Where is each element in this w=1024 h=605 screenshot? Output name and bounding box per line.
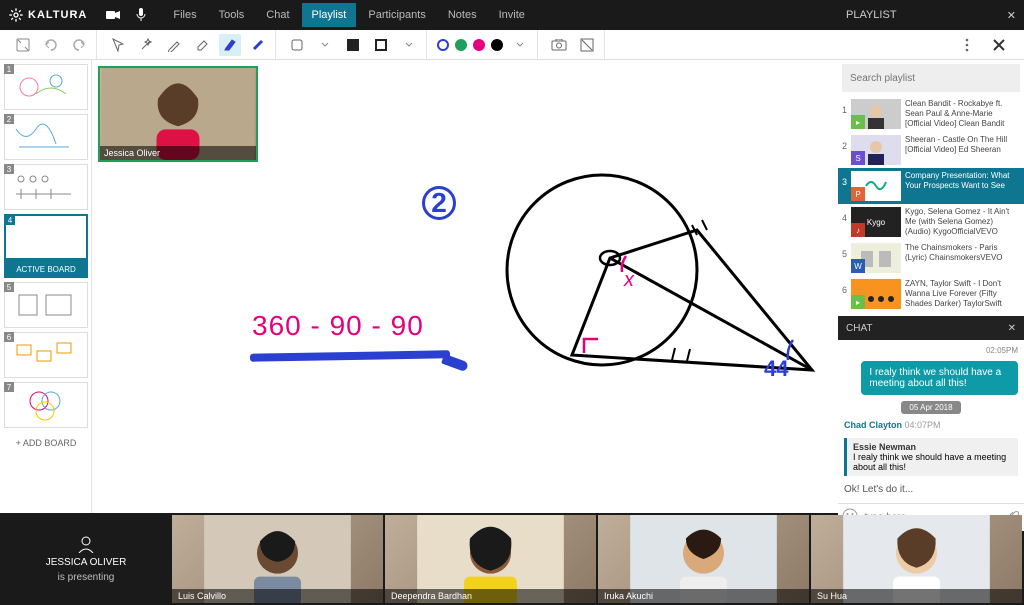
color-green[interactable] [455, 39, 467, 51]
logo: KALTURA [8, 7, 87, 23]
whiteboard-underline [250, 350, 450, 361]
playlist-header: PLAYLIST ✕ [838, 0, 1024, 30]
toolbar-close-icon[interactable] [988, 34, 1010, 56]
playlist-item[interactable]: 1▸Clean Bandit - Rockabye ft. Sean Paul … [838, 96, 1024, 132]
presenting-card: JESSICA OLIVER is presenting [2, 515, 170, 603]
presenter-video[interactable]: Jessica Oliver [98, 66, 258, 162]
chat-meta: Chad Clayton 04:07PM [844, 420, 1018, 430]
toolbar-more-icon[interactable] [956, 34, 978, 56]
right-panel: 1▸Clean Bandit - Rockabye ft. Sean Paul … [838, 60, 1024, 513]
color-black[interactable] [491, 39, 503, 51]
participant-tile[interactable]: Deependra Bardhan [385, 515, 596, 603]
playlist-item[interactable]: 4Kygo♪Kygo, Selena Gomez - It Ain't Me (… [838, 204, 1024, 240]
logo-icon [8, 7, 24, 23]
menu-chat[interactable]: Chat [256, 3, 299, 27]
participant-tile[interactable]: Luis Calvillo [172, 515, 383, 603]
playlist-title: PLAYLIST [846, 9, 897, 21]
chat-message-bubble: I realy think we should have a meeting a… [861, 361, 1018, 395]
wand-tool-icon[interactable] [135, 34, 157, 56]
presenter-name-label: Jessica Oliver [100, 146, 256, 160]
chat-panel: CHAT✕ 02:05PM I realy think we should ha… [838, 316, 1024, 531]
chat-reply-text: Ok! Let's do it... [844, 482, 1018, 497]
board-thumb-7[interactable]: 7 [4, 382, 88, 428]
whiteboard-marker-tip [441, 354, 469, 372]
board-thumb-1[interactable]: 1 [4, 64, 88, 110]
fill-border-icon[interactable] [370, 34, 392, 56]
menu-invite[interactable]: Invite [489, 3, 535, 27]
chevron-down-icon[interactable] [398, 34, 420, 56]
svg-text:x: x [623, 269, 635, 291]
boards-sidebar: 1 2 3 4 ACTIVE BOARD 5 6 7 + ADD BOARD [0, 60, 92, 513]
expand-tool-icon[interactable] [12, 34, 34, 56]
fill-solid-icon[interactable] [342, 34, 364, 56]
chat-close-icon[interactable]: ✕ [1008, 323, 1016, 334]
chevron-down-icon[interactable] [314, 34, 336, 56]
pencil-tool-icon[interactable] [163, 34, 185, 56]
redo-icon[interactable] [68, 34, 90, 56]
presenting-status: is presenting [58, 572, 115, 583]
menu-notes[interactable]: Notes [438, 3, 487, 27]
presenting-name: JESSICA OLIVER [46, 557, 127, 568]
playlist-item[interactable]: 6▸ZAYN, Taylor Swift - I Don't Wanna Liv… [838, 276, 1024, 312]
participants-strip: JESSICA OLIVER is presenting Luis Calvil… [0, 513, 1024, 605]
whiteboard-toolbar [0, 30, 1024, 60]
participant-tile[interactable]: Iruka Akuchi [598, 515, 809, 603]
chat-quote: Essie NewmanI realy think we should have… [844, 438, 1018, 476]
participant-tile[interactable]: Su Hua [811, 515, 1022, 603]
marker-tool-icon[interactable] [247, 34, 269, 56]
image-placeholder-icon[interactable] [576, 34, 598, 56]
highlighter-tool-icon[interactable] [219, 34, 241, 56]
svg-text:Kygo: Kygo [867, 218, 886, 227]
presenting-icon [77, 535, 95, 553]
playlist-search-input[interactable] [842, 64, 1020, 92]
pointer-tool-icon[interactable] [107, 34, 129, 56]
svg-text:44: 44 [764, 356, 789, 381]
whiteboard-badge-2: 2 [422, 186, 456, 220]
eraser-tool-icon[interactable] [191, 34, 213, 56]
board-thumb-2[interactable]: 2 [4, 114, 88, 160]
playlist-item[interactable]: 2SSheeran - Castle On The Hill [Official… [838, 132, 1024, 168]
undo-icon[interactable] [40, 34, 62, 56]
brand-text: KALTURA [28, 9, 87, 21]
playlist-list: 1▸Clean Bandit - Rockabye ft. Sean Paul … [838, 96, 1024, 316]
active-board-label: ACTIVE BOARD [4, 260, 88, 278]
playlist-close-icon[interactable]: ✕ [1007, 9, 1016, 22]
chat-timestamp: 02:05PM [986, 346, 1018, 355]
board-thumb-6[interactable]: 6 [4, 332, 88, 378]
shape-rect-icon[interactable] [286, 34, 308, 56]
playlist-item[interactable]: 3PCompany Presentation: What Your Prospe… [838, 168, 1024, 204]
microphone-icon[interactable] [133, 7, 149, 23]
chat-header: CHAT✕ [838, 316, 1024, 340]
whiteboard-canvas[interactable]: Jessica Oliver 2 360 - 90 - 90 x 44 [92, 60, 838, 513]
chevron-down-icon[interactable] [509, 34, 531, 56]
color-blue[interactable] [437, 39, 449, 51]
whiteboard-equation: 360 - 90 - 90 [252, 310, 424, 342]
main-menu: Files Tools Chat Playlist Participants N… [163, 3, 535, 27]
board-thumb-4[interactable]: 4 [4, 214, 88, 260]
playlist-item[interactable]: 5WThe Chainsmokers - Paris (Lyric) Chain… [838, 240, 1024, 276]
chat-date-pill: 05 Apr 2018 [901, 401, 960, 414]
color-pink[interactable] [473, 39, 485, 51]
camera-capture-icon[interactable] [548, 34, 570, 56]
add-board-button[interactable]: + ADD BOARD [4, 432, 88, 454]
menu-files[interactable]: Files [163, 3, 206, 27]
board-thumb-3[interactable]: 3 [4, 164, 88, 210]
board-thumb-5[interactable]: 5 [4, 282, 88, 328]
camera-icon[interactable] [105, 7, 121, 23]
menu-tools[interactable]: Tools [209, 3, 255, 27]
menu-playlist[interactable]: Playlist [302, 3, 357, 27]
menu-participants[interactable]: Participants [358, 3, 435, 27]
whiteboard-geometry: x 44 [492, 160, 822, 420]
